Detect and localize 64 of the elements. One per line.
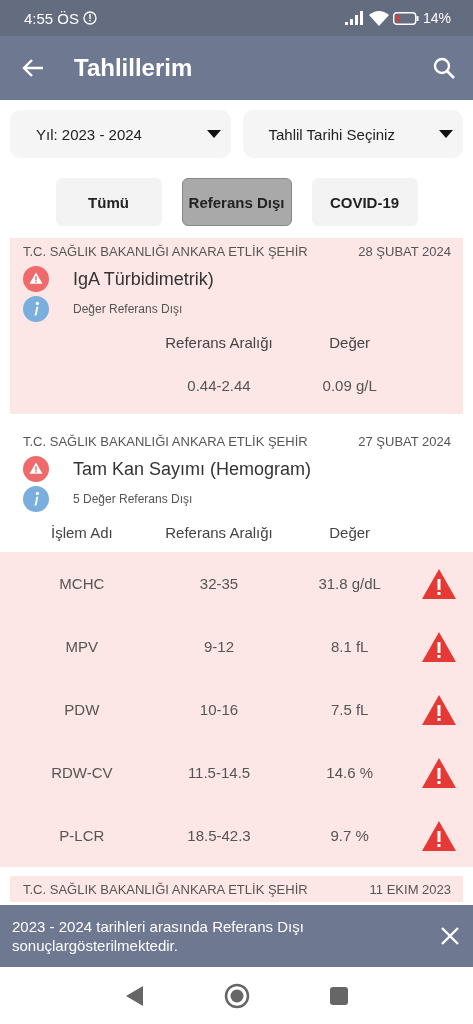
table-cell: 31.8 g/dL [318,573,381,594]
status-time: 4:55 ÖS [24,9,80,27]
caret-icon [439,130,453,138]
filter-dropdown[interactable]: Yıl: 2023 - 2024 [10,110,231,158]
battery-icon [392,11,419,25]
result-card[interactable]: T.C. SAĞLIK BAKANLIĞI ANKARA ETLİK ŞEHİR 28 ŞUBAT 2024 IgA Türbidimetrik) Değer Referans Dışı Referans Aralığı Değer 0.44-2.44 0.09 g/L [10,238,463,414]
table-cell: MCHC [59,573,105,594]
home-button[interactable] [223,982,250,1009]
table-cell: 0.09 g/L [322,376,377,396]
battery-percent: 14% [422,10,451,26]
test-name: IgA Türbidimetrik) [73,268,214,290]
table-cell: 8.1 fL [330,636,369,657]
table-cell: 9-12 [204,636,235,657]
table-cell: 18.5-42.3 [187,825,251,846]
back-button[interactable] [22,58,44,78]
signal-icon [344,11,365,25]
filter-dropdown[interactable]: Tahlil Tarihi Seçiniz [242,110,463,158]
filter-tab[interactable]: COVID-19 [311,178,418,226]
warning-icon [421,819,457,852]
alert-icon [83,11,98,25]
test-date: 28 ŞUBAT 2024 [358,243,451,259]
filter-tab[interactable]: Referans Dışı [181,178,292,226]
table-cell: RDW-CV [51,762,113,783]
test-date: 11 EKIM 2023 [369,881,451,897]
column-header: Değer [329,333,371,353]
caret-icon [206,130,221,138]
table-cell: PDW [64,699,100,720]
warning-icon [23,266,49,292]
hospital-name: T.C. SAĞLIK BAKANLIĞI ANKARA ETLİK ŞEHİR [23,243,308,259]
warning-icon [421,693,457,726]
table-cell: 32-35 [199,573,239,594]
info-icon [23,296,49,322]
page-title: Tahlillerim [74,54,194,82]
warning-icon [421,630,457,663]
test-name: Tam Kan Sayımı (Hemogram) [73,458,312,480]
table-cell: 10-16 [199,699,239,720]
close-button[interactable] [441,927,459,945]
result-note: 5 Değer Referans Dışı [73,492,193,506]
table-cell: 9.7 % [330,825,369,846]
result-card[interactable]: T.C. SAĞLIK BAKANLIĞI ANKARA ETLİK ŞEHİR 11 EKIM 2023 [10,876,463,902]
test-date: 27 ŞUBAT 2024 [358,433,451,449]
column-header: Referans Aralığı [165,333,273,353]
warning-icon [421,567,457,600]
column-header: Referans Aralığı [165,523,273,543]
table-cell: 14.6 % [326,762,373,783]
info-icon [23,486,49,512]
table-cell: P-LCR [59,825,105,846]
back-nav-button[interactable] [125,985,144,1006]
search-button[interactable] [433,57,455,79]
result-note: Değer Referans Dışı [73,302,183,316]
hospital-name: T.C. SAĞLIK BAKANLIĞI ANKARA ETLİK ŞEHİR [23,433,308,449]
warning-icon [23,456,49,482]
snackbar-message: 2023 - 2024 tarihleri arasında Referans Dışı sonuçlargösterilmektedir. [12,917,305,955]
column-header: İşlem Adı [51,523,113,543]
table-cell: 0.44-2.44 [187,376,251,396]
column-header: Değer [329,523,371,543]
table-cell: 11.5-14.5 [187,762,251,783]
table-cell: 7.5 fL [330,699,369,720]
recents-button[interactable] [329,986,348,1005]
hospital-name: T.C. SAĞLIK BAKANLIĞI ANKARA ETLİK ŞEHİR [23,881,308,897]
table-cell: MPV [65,636,99,657]
warning-icon [421,756,457,789]
filter-tab[interactable]: Tümü [55,178,162,226]
wifi-icon [368,10,389,26]
